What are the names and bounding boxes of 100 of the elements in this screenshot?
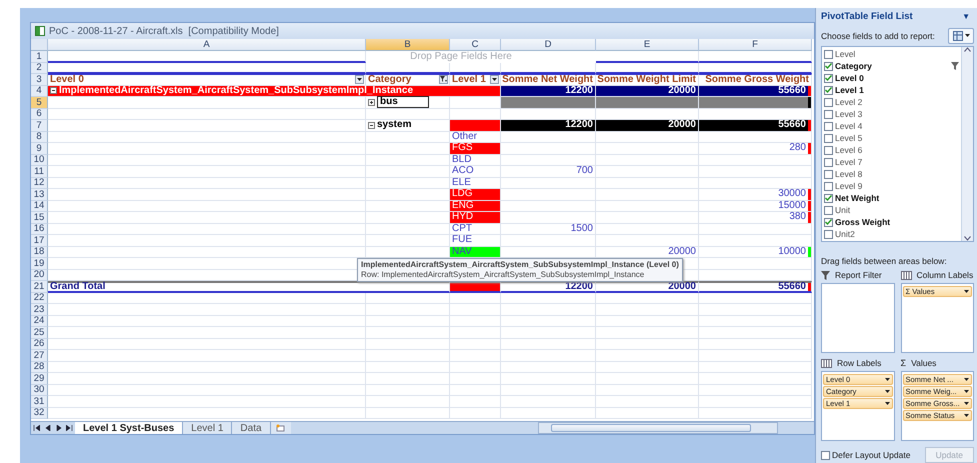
row-header[interactable]: 28 [31,362,48,373]
row-header[interactable]: 21 [31,281,48,292]
row-header[interactable]: 15 [31,212,48,224]
field-checkbox[interactable] [824,182,833,190]
row-header[interactable]: 24 [31,316,48,327]
expand-icon[interactable] [368,98,375,106]
row-header[interactable]: 17 [31,235,48,246]
cell-text: 700 [576,166,594,176]
row-header[interactable]: 7 [31,120,48,132]
field-checkbox[interactable] [824,122,833,130]
row-header[interactable]: 8 [31,132,48,143]
field-checkbox[interactable] [824,206,833,214]
row-header[interactable]: 16 [31,224,48,235]
scroll-thumb[interactable] [551,424,751,432]
panel-menu-button[interactable]: ▼ [958,12,974,22]
empty-cell [450,350,501,362]
field-label: Category [835,61,873,71]
cell-text: 20000 [668,120,697,130]
row-header[interactable]: 18 [31,246,48,258]
caret-icon [964,390,969,393]
dropdown-button[interactable] [490,75,499,84]
rows-icon [821,358,832,368]
field-checkbox[interactable] [824,86,833,94]
row-header[interactable]: 26 [31,338,48,350]
row-header[interactable]: 29 [31,373,48,384]
row-header[interactable]: 1 [31,51,48,62]
row-header[interactable]: 6 [31,108,48,120]
cell-text: FGS [452,143,473,154]
field-label: Level 1 [835,85,865,95]
cell-text: 20000 [668,246,697,257]
collapse-icon[interactable] [50,87,57,94]
row-header[interactable]: 19 [31,258,48,270]
column-header[interactable]: E [596,39,699,51]
field-checkbox[interactable] [824,62,833,70]
empty-cell [450,384,501,396]
sheet-nav-button[interactable] [64,422,75,434]
cell-text: NAV [452,246,472,257]
defer-label: Defer Layout Update [832,450,910,460]
column-header[interactable]: A [48,39,366,51]
field-checkbox[interactable] [824,98,833,106]
field-checkbox[interactable] [824,194,833,202]
area-title: Values [911,358,936,368]
row-header[interactable]: 5 [31,97,48,108]
row-header[interactable]: 13 [31,189,48,200]
insert-sheet-button[interactable] [270,422,291,434]
field-checkbox[interactable] [824,170,833,178]
row-header[interactable]: 31 [31,396,48,408]
row-header[interactable]: 30 [31,384,48,396]
row-header[interactable]: 27 [31,350,48,362]
column-header[interactable]: B [366,39,450,51]
horizontal-scrollbar[interactable] [538,422,778,434]
row-header[interactable]: 2 [31,62,48,74]
sheet-nav-button[interactable] [31,422,42,434]
filter-button[interactable] [439,75,448,84]
sum-symbol: Σ [900,358,906,368]
column-label: Somme Net Weight [502,74,594,85]
vertical-scrollbar[interactable] [961,47,973,241]
field-checkbox[interactable] [824,230,833,238]
field-label: Gross Weight [835,217,892,227]
layout-button[interactable] [948,28,974,44]
row-header[interactable]: 12 [31,178,48,189]
sheet-tab[interactable]: Level 1 Syst-Buses [75,422,184,434]
row-header[interactable]: 22 [31,292,48,304]
row-header[interactable]: 9 [31,143,48,154]
field-checkbox[interactable] [824,74,833,82]
field-checkbox[interactable] [824,158,833,166]
row-header[interactable]: 4 [31,86,48,97]
column-header[interactable]: C [450,39,501,51]
row-header[interactable]: 20 [31,270,48,281]
drop-area[interactable] [821,283,894,353]
cell-text: Other [452,132,478,142]
field-checkbox[interactable] [824,146,833,154]
row-header[interactable]: 11 [31,166,48,178]
row-header[interactable]: 14 [31,200,48,212]
defer-checkbox[interactable] [821,450,830,460]
row-header[interactable]: 10 [31,154,48,166]
collapse-icon[interactable] [368,122,375,129]
row-header[interactable]: 32 [31,408,48,419]
field-checkbox[interactable] [824,134,833,142]
sheet-icon [276,424,286,432]
row-header[interactable]: 3 [31,74,48,86]
field-checkbox[interactable] [824,50,833,58]
column-header[interactable]: D [501,39,596,51]
sheet-tab[interactable]: Data [232,422,271,434]
field-checkbox[interactable] [824,110,833,118]
sheet-tab[interactable]: Level 1 [183,422,232,434]
empty-cell [450,62,501,74]
field-checkbox[interactable] [824,218,833,226]
row-header[interactable]: 23 [31,304,48,316]
field-label: Level 3 [835,109,864,119]
cell-text: 30000 [778,189,806,200]
row-header[interactable]: 25 [31,327,48,338]
cell-text: 380 [789,212,806,222]
arrow-icon [66,425,73,431]
column-header[interactable]: F [699,39,812,51]
cell-text: 20000 [668,86,697,96]
empty-cell [450,292,501,304]
caret-icon [884,390,890,393]
empty-cell [450,362,501,373]
dropdown-button[interactable] [355,75,364,84]
